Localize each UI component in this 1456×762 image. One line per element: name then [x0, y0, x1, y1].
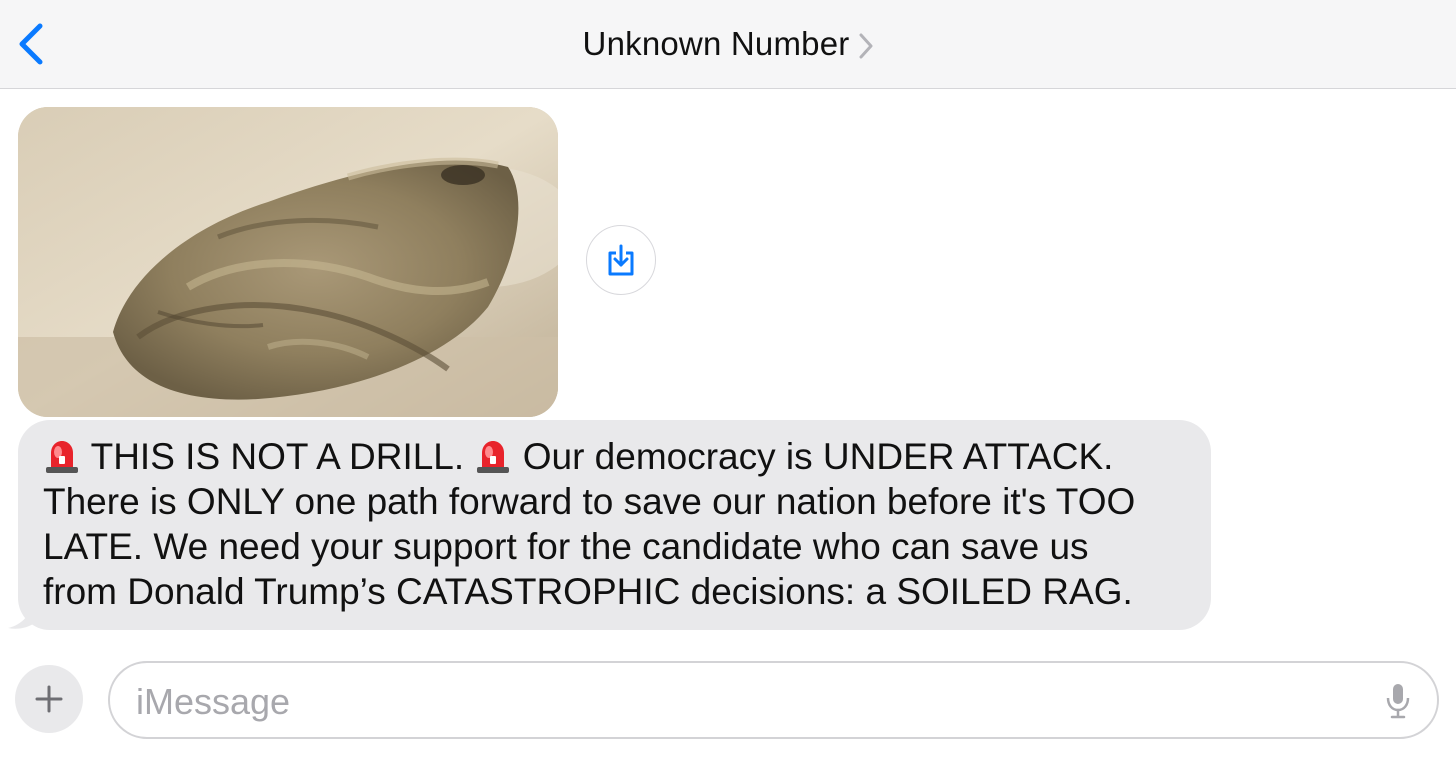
messages-screen: Unknown Number THIS IS NOT A DRILL. Our … [0, 0, 1456, 762]
chevron-right-icon [859, 33, 873, 59]
save-to-device-button[interactable] [586, 225, 656, 295]
back-button[interactable] [14, 20, 54, 68]
contact-name: Unknown Number [582, 25, 850, 62]
add-attachment-button[interactable] [15, 665, 83, 733]
conversation-header: Unknown Number [0, 0, 1456, 89]
incoming-message-bubble[interactable]: THIS IS NOT A DRILL. Our democracy is UN… [18, 420, 1211, 630]
rag-photo [18, 107, 558, 417]
message-line-4: from Donald Trump’s CATASTROPHIC decisio… [43, 571, 1133, 612]
message-line-3: LATE. We need your support for the candi… [43, 526, 1089, 567]
chevron-left-icon [19, 23, 43, 65]
dictation-button[interactable] [1385, 682, 1411, 725]
message-line-1: THIS IS NOT A DRILL. Our democracy is UN… [43, 434, 1187, 479]
message-line-2: There is ONLY one path forward to save o… [43, 481, 1136, 522]
imessage-input[interactable]: iMessage [108, 661, 1439, 739]
message-text-1b: Our democracy is UNDER ATTACK. [512, 436, 1114, 477]
message-text-1a: THIS IS NOT A DRILL. [81, 436, 475, 477]
police-light-emoji [477, 441, 510, 473]
input-placeholder: iMessage [136, 681, 291, 722]
microphone-icon [1386, 684, 1410, 719]
police-light-emoji [46, 441, 78, 473]
plus-icon [35, 685, 63, 713]
contact-title-button[interactable]: Unknown Number [0, 0, 1456, 88]
photo-attachment[interactable] [18, 107, 558, 417]
save-to-device-icon [608, 244, 634, 276]
